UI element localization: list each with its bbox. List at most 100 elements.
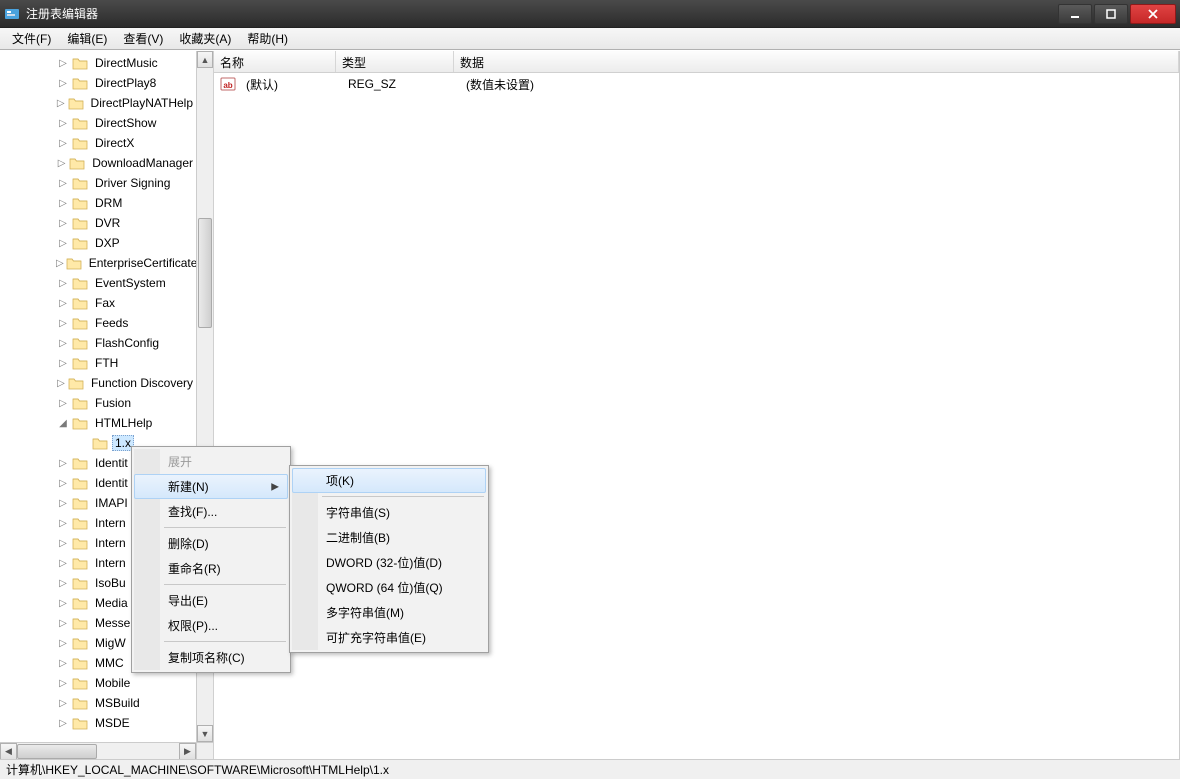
- expander-open-icon[interactable]: ◢: [56, 416, 70, 430]
- menu-item[interactable]: DWORD (32-位)值(D): [292, 550, 486, 575]
- menu-favorites[interactable]: 收藏夹(A): [171, 28, 239, 49]
- tree-item-label: MMC: [92, 655, 127, 671]
- expander-closed-icon[interactable]: ▷: [56, 216, 70, 230]
- tree-item[interactable]: ▷Driver Signing: [0, 173, 196, 193]
- menu-item-label: 二进制值(B): [326, 531, 390, 545]
- expander-closed-icon[interactable]: ▷: [56, 316, 70, 330]
- menu-item[interactable]: 权限(P)...: [134, 613, 288, 638]
- menu-item[interactable]: 新建(N)▶: [134, 474, 288, 499]
- tree-item[interactable]: ▷Fusion: [0, 393, 196, 413]
- status-path: 计算机\HKEY_LOCAL_MACHINE\SOFTWARE\Microsof…: [6, 761, 389, 778]
- tree-horizontal-scrollbar[interactable]: ◀ ▶: [0, 742, 196, 759]
- expander-closed-icon[interactable]: ▷: [56, 176, 70, 190]
- expander-closed-icon[interactable]: ▷: [56, 116, 70, 130]
- expander-closed-icon[interactable]: ▷: [56, 596, 70, 610]
- expander-closed-icon[interactable]: ▷: [56, 656, 70, 670]
- folder-icon: [72, 176, 88, 190]
- close-button[interactable]: [1130, 4, 1176, 24]
- tree-item[interactable]: ▷DirectPlayNATHelp: [0, 93, 196, 113]
- column-header-name[interactable]: 名称: [214, 51, 336, 72]
- column-header-data[interactable]: 数据: [454, 51, 1179, 72]
- menu-item[interactable]: 删除(D): [134, 531, 288, 556]
- scroll-thumb[interactable]: [198, 218, 212, 328]
- list-row[interactable]: ab(默认)REG_SZ(数值未设置): [214, 73, 1179, 95]
- tree-item[interactable]: ▷EnterpriseCertificate: [0, 253, 196, 273]
- tree-item-label: DirectShow: [92, 115, 159, 131]
- expander-closed-icon[interactable]: ▷: [56, 336, 70, 350]
- scroll-left-button[interactable]: ◀: [0, 743, 17, 760]
- maximize-button[interactable]: [1094, 4, 1128, 24]
- folder-icon: [72, 76, 88, 90]
- folder-icon: [72, 596, 88, 610]
- expander-closed-icon[interactable]: ▷: [56, 456, 70, 470]
- tree-item[interactable]: ▷EventSystem: [0, 273, 196, 293]
- folder-icon: [72, 216, 88, 230]
- tree-item[interactable]: ▷DownloadManager: [0, 153, 196, 173]
- tree-item[interactable]: ▷DVR: [0, 213, 196, 233]
- expander-closed-icon[interactable]: ▷: [56, 196, 70, 210]
- menu-edit[interactable]: 编辑(E): [59, 28, 115, 49]
- expander-closed-icon[interactable]: ▷: [56, 96, 66, 110]
- menu-view[interactable]: 查看(V): [115, 28, 171, 49]
- menu-file[interactable]: 文件(F): [4, 28, 59, 49]
- tree-item[interactable]: ▷DirectPlay8: [0, 73, 196, 93]
- menu-item[interactable]: 复制项名称(C): [134, 645, 288, 670]
- expander-closed-icon[interactable]: ▷: [56, 536, 70, 550]
- expander-closed-icon[interactable]: ▷: [56, 476, 70, 490]
- menu-item[interactable]: 可扩充字符串值(E): [292, 625, 486, 650]
- expander-closed-icon[interactable]: ▷: [56, 716, 70, 730]
- expander-closed-icon[interactable]: ▷: [56, 676, 70, 690]
- expander-closed-icon[interactable]: ▷: [56, 276, 70, 290]
- expander-closed-icon[interactable]: ▷: [56, 616, 70, 630]
- menu-item[interactable]: 查找(F)...: [134, 499, 288, 524]
- tree-item-label: DirectX: [92, 135, 137, 151]
- tree-item[interactable]: ▷FTH: [0, 353, 196, 373]
- expander-closed-icon[interactable]: ▷: [56, 376, 66, 390]
- expander-closed-icon[interactable]: ▷: [56, 296, 70, 310]
- scroll-up-button[interactable]: ▲: [197, 51, 213, 68]
- expander-closed-icon[interactable]: ▷: [56, 236, 70, 250]
- minimize-button[interactable]: [1058, 4, 1092, 24]
- expander-closed-icon[interactable]: ▷: [56, 576, 70, 590]
- list-body[interactable]: ab(默认)REG_SZ(数值未设置): [214, 73, 1179, 95]
- expander-closed-icon[interactable]: ▷: [56, 76, 70, 90]
- expander-closed-icon[interactable]: ▷: [56, 356, 70, 370]
- menu-item[interactable]: QWORD (64 位)值(Q): [292, 575, 486, 600]
- tree-item[interactable]: ▷MSDE: [0, 713, 196, 733]
- expander-closed-icon[interactable]: ▷: [56, 256, 64, 270]
- context-submenu-new: 项(K) 字符串值(S) 二进制值(B) DWORD (32-位)值(D)QWORD …: [289, 465, 489, 653]
- scroll-down-button[interactable]: ▼: [197, 725, 213, 742]
- tree-item[interactable]: ◢HTMLHelp: [0, 413, 196, 433]
- tree-item[interactable]: ▷DXP: [0, 233, 196, 253]
- expander-closed-icon[interactable]: ▷: [56, 696, 70, 710]
- tree-item[interactable]: ▷Feeds: [0, 313, 196, 333]
- tree-item[interactable]: ▷Fax: [0, 293, 196, 313]
- menu-help[interactable]: 帮助(H): [239, 28, 296, 49]
- expander-closed-icon[interactable]: ▷: [56, 636, 70, 650]
- menu-item[interactable]: 字符串值(S): [292, 500, 486, 525]
- statusbar: 计算机\HKEY_LOCAL_MACHINE\SOFTWARE\Microsof…: [0, 759, 1180, 779]
- tree-item[interactable]: ▷DirectMusic: [0, 53, 196, 73]
- tree-item[interactable]: ▷FlashConfig: [0, 333, 196, 353]
- tree-item[interactable]: ▷ DirectX: [0, 133, 196, 153]
- scroll-thumb-h[interactable]: [17, 744, 97, 759]
- tree-item[interactable]: ▷ DirectShow: [0, 113, 196, 133]
- expander-closed-icon[interactable]: ▷: [56, 136, 70, 150]
- menu-item[interactable]: 重命名(R): [134, 556, 288, 581]
- tree-item[interactable]: ▷MSBuild: [0, 693, 196, 713]
- expander-closed-icon[interactable]: ▷: [56, 556, 70, 570]
- menu-item[interactable]: 二进制值(B): [292, 525, 486, 550]
- expander-closed-icon[interactable]: ▷: [56, 56, 70, 70]
- menu-item[interactable]: 导出(E): [134, 588, 288, 613]
- expander-closed-icon[interactable]: ▷: [56, 516, 70, 530]
- expander-closed-icon[interactable]: ▷: [56, 156, 67, 170]
- tree-item[interactable]: ▷DRM: [0, 193, 196, 213]
- menu-item[interactable]: 项(K): [292, 468, 486, 493]
- expander-closed-icon[interactable]: ▷: [56, 396, 70, 410]
- tree-item[interactable]: ▷Function Discovery: [0, 373, 196, 393]
- expander-closed-icon[interactable]: ▷: [56, 496, 70, 510]
- tree-item[interactable]: ▷Mobile: [0, 673, 196, 693]
- menu-item[interactable]: 多字符串值(M): [292, 600, 486, 625]
- scroll-right-button[interactable]: ▶: [179, 743, 196, 760]
- column-header-type[interactable]: 类型: [336, 51, 454, 72]
